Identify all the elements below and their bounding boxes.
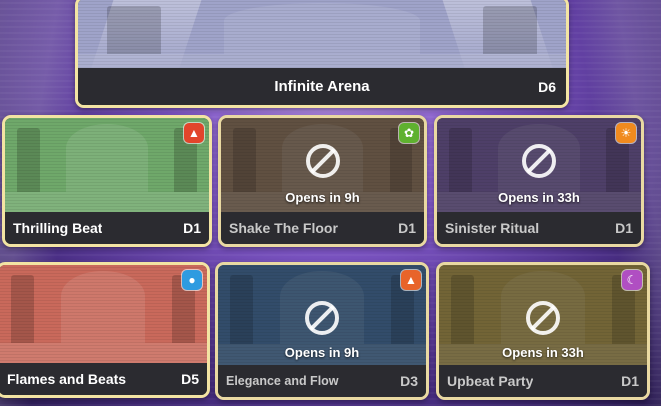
moon-icon: ☾ bbox=[622, 270, 642, 290]
locked-icon bbox=[522, 144, 556, 178]
opens-countdown: Opens in 33h bbox=[498, 190, 580, 205]
stage-label-bar: Sinister Ritual D1 bbox=[437, 212, 641, 244]
stage-difficulty: D1 bbox=[398, 220, 416, 236]
leaf-icon: ✿ bbox=[399, 123, 419, 143]
stage-name: Sinister Ritual bbox=[445, 220, 540, 236]
stage-name: Shake The Floor bbox=[229, 220, 338, 236]
locked-icon bbox=[526, 301, 560, 335]
stage-card-elegance-and-flow[interactable]: Opens in 9h ▲ Elegance and Flow D3 bbox=[215, 262, 429, 400]
stage-label-bar: Thrilling Beat D1 bbox=[5, 212, 209, 244]
arena-name: Infinite Arena bbox=[274, 78, 370, 95]
stage-difficulty: D1 bbox=[621, 373, 639, 389]
opens-countdown: Opens in 33h bbox=[502, 345, 584, 360]
stage-difficulty: D5 bbox=[181, 371, 199, 387]
infinite-arena-card[interactable]: Infinite Arena D6 bbox=[75, 0, 569, 108]
arena-difficulty: D6 bbox=[538, 78, 556, 95]
stage-difficulty: D3 bbox=[400, 373, 418, 389]
stage-name: Upbeat Party bbox=[447, 373, 534, 389]
arena-thumbnail bbox=[78, 0, 566, 71]
stage-card-upbeat-party[interactable]: Opens in 33h ☾ Upbeat Party D1 bbox=[436, 262, 650, 400]
sun-icon: ☀ bbox=[616, 123, 636, 143]
stage-card-shake-the-floor[interactable]: Opens in 9h ✿ Shake The Floor D1 bbox=[218, 115, 427, 247]
opens-countdown: Opens in 9h bbox=[285, 190, 360, 205]
stage-difficulty: D1 bbox=[615, 220, 633, 236]
locked-icon bbox=[305, 301, 339, 335]
opens-countdown: Opens in 9h bbox=[284, 345, 360, 360]
water-drop-icon: ● bbox=[182, 270, 202, 290]
stage-label-bar: Flames and Beats D5 bbox=[0, 363, 207, 395]
stage-name: Elegance and Flow bbox=[226, 374, 339, 388]
stage-thumbnail bbox=[0, 265, 207, 367]
stage-card-thrilling-beat[interactable]: ▲ Thrilling Beat D1 bbox=[2, 115, 212, 247]
stage-name: Thrilling Beat bbox=[13, 220, 103, 236]
stage-card-sinister-ritual[interactable]: Opens in 33h ☀ Sinister Ritual D1 bbox=[434, 115, 644, 247]
stage-thumbnail bbox=[5, 118, 209, 216]
locked-icon bbox=[305, 144, 340, 178]
stage-label-bar: Elegance and Flow D3 bbox=[218, 365, 426, 397]
stage-difficulty: D1 bbox=[183, 220, 201, 236]
stage-name: Flames and Beats bbox=[7, 371, 127, 387]
fire-icon: ▲ bbox=[184, 123, 204, 143]
mountain-icon: ▲ bbox=[401, 270, 421, 290]
stage-label-bar: Upbeat Party D1 bbox=[439, 365, 647, 397]
stage-card-flames-and-beats[interactable]: ● Flames and Beats D5 bbox=[0, 262, 210, 398]
arena-label-bar: Infinite Arena D6 bbox=[78, 68, 566, 105]
stage-label-bar: Shake The Floor D1 bbox=[221, 212, 424, 244]
